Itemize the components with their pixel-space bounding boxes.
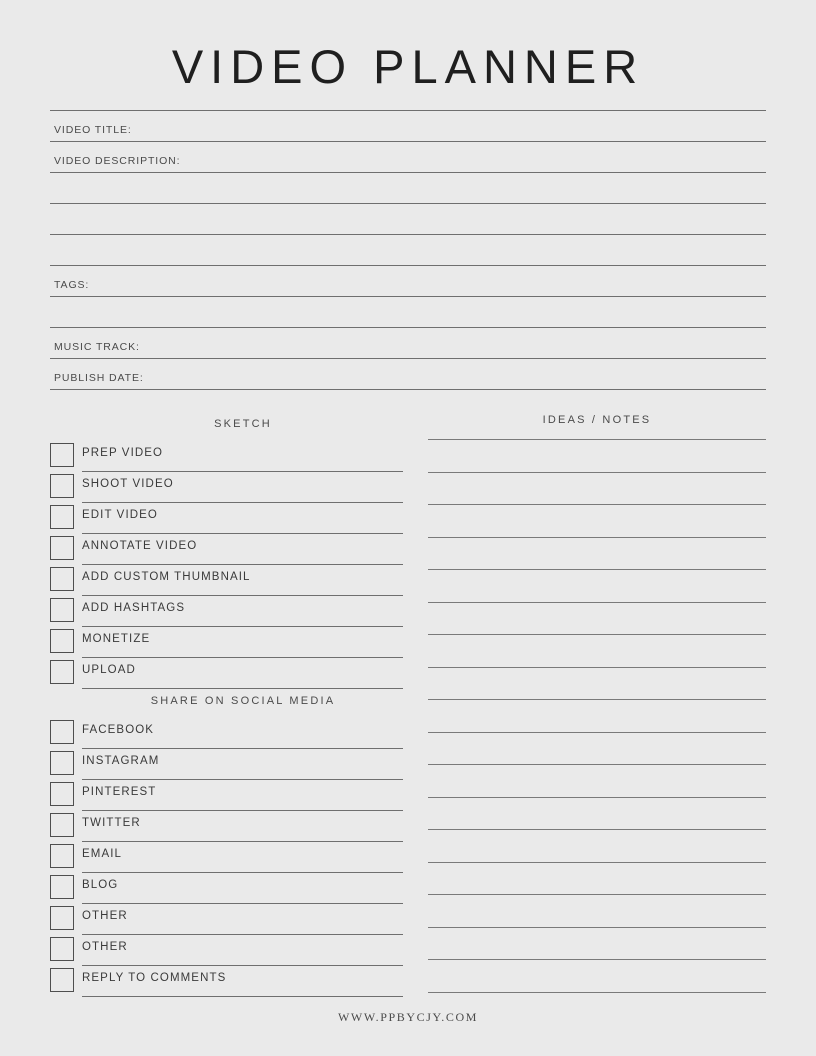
sketch-item-row[interactable]: UPLOAD (50, 658, 403, 689)
social-item-label: FACEBOOK (82, 724, 155, 736)
sketch-item-label: ADD HASHTAGS (82, 602, 186, 614)
sketch-item-label: MONETIZE (82, 633, 151, 645)
note-line[interactable] (428, 992, 766, 993)
note-line[interactable] (428, 797, 766, 798)
write-in-line[interactable] (82, 688, 403, 689)
page-title: VIDEO PLANNER (171, 40, 645, 93)
checkbox-icon[interactable] (50, 720, 74, 744)
sketch-item-row[interactable]: PREP VIDEO (50, 441, 403, 472)
social-item-row[interactable]: OTHER (50, 904, 403, 935)
sketch-item-row[interactable]: SHOOT VIDEO (50, 472, 403, 503)
note-line[interactable] (428, 732, 766, 733)
checkbox-icon[interactable] (50, 505, 74, 529)
note-line[interactable] (428, 602, 766, 603)
note-line[interactable] (428, 537, 766, 538)
form-rule (50, 172, 766, 173)
checkbox-icon[interactable] (50, 906, 74, 930)
form-rule (50, 203, 766, 204)
social-item-label: EMAIL (82, 848, 123, 860)
form-rule (50, 327, 766, 328)
social-item-row[interactable]: BLOG (50, 873, 403, 904)
sketch-item-label: EDIT VIDEO (82, 509, 158, 521)
note-line[interactable] (428, 959, 766, 960)
sketch-item-row[interactable]: EDIT VIDEO (50, 503, 403, 534)
social-item-label: INSTAGRAM (82, 755, 160, 767)
checkbox-icon[interactable] (50, 844, 74, 868)
form-field-input[interactable] (50, 267, 766, 295)
social-item-label: BLOG (82, 879, 119, 891)
form-rule (50, 358, 766, 359)
form-rule (50, 389, 766, 390)
sketch-item-row[interactable]: ADD HASHTAGS (50, 596, 403, 627)
checkbox-icon[interactable] (50, 536, 74, 560)
sketch-item-label: PREP VIDEO (82, 447, 164, 459)
social-item-label: TWITTER (82, 817, 141, 829)
social-item-row[interactable]: TWITTER (50, 811, 403, 842)
social-item-label: PINTEREST (82, 786, 157, 798)
checkbox-icon[interactable] (50, 813, 74, 837)
social-item-row[interactable]: OTHER (50, 935, 403, 966)
form-rule (50, 265, 766, 266)
social-item-row[interactable]: REPLY TO COMMENTS (50, 966, 403, 997)
form-field-input[interactable] (50, 143, 766, 171)
note-line[interactable] (428, 634, 766, 635)
form-field-input[interactable] (50, 112, 766, 140)
planner-page: VIDEO PLANNER VIDEO TITLE: VIDEO DESCRIPT… (0, 0, 816, 1056)
social-item-label: REPLY TO COMMENTS (82, 972, 227, 984)
sketch-item-label: ADD CUSTOM THUMBNAIL (82, 571, 251, 583)
form-field-input[interactable] (50, 329, 766, 357)
social-item-row[interactable]: EMAIL (50, 842, 403, 873)
footer-website: WWW.PPBYCJY.COM (337, 1010, 479, 1024)
note-line[interactable] (428, 894, 766, 895)
sketch-heading: SKETCH (214, 418, 272, 430)
sketch-item-label: ANNOTATE VIDEO (82, 540, 198, 552)
form-rule (50, 296, 766, 297)
note-line[interactable] (428, 569, 766, 570)
checkbox-icon[interactable] (50, 443, 74, 467)
notes-heading: IDEAS / NOTES (542, 414, 652, 426)
note-line[interactable] (428, 764, 766, 765)
form-rule (50, 141, 766, 142)
note-line[interactable] (428, 439, 766, 440)
sketch-item-label: UPLOAD (82, 664, 136, 676)
checkbox-icon[interactable] (50, 567, 74, 591)
social-media-heading: SHARE ON SOCIAL MEDIA (150, 695, 336, 707)
form-rule (50, 234, 766, 235)
social-item-label: OTHER (82, 910, 128, 922)
checkbox-icon[interactable] (50, 598, 74, 622)
checkbox-icon[interactable] (50, 629, 74, 653)
note-line[interactable] (428, 472, 766, 473)
checkbox-icon[interactable] (50, 968, 74, 992)
note-line[interactable] (428, 829, 766, 830)
checkbox-icon[interactable] (50, 875, 74, 899)
checkbox-icon[interactable] (50, 474, 74, 498)
sketch-item-label: SHOOT VIDEO (82, 478, 174, 490)
social-item-row[interactable]: INSTAGRAM (50, 749, 403, 780)
sketch-item-row[interactable]: ADD CUSTOM THUMBNAIL (50, 565, 403, 596)
note-line[interactable] (428, 504, 766, 505)
checkbox-icon[interactable] (50, 937, 74, 961)
checkbox-icon[interactable] (50, 751, 74, 775)
note-line[interactable] (428, 927, 766, 928)
form-rule (50, 110, 766, 111)
social-item-label: OTHER (82, 941, 128, 953)
write-in-line[interactable] (82, 996, 403, 997)
sketch-item-row[interactable]: ANNOTATE VIDEO (50, 534, 403, 565)
checkbox-icon[interactable] (50, 782, 74, 806)
note-line[interactable] (428, 699, 766, 700)
sketch-item-row[interactable]: MONETIZE (50, 627, 403, 658)
social-item-row[interactable]: FACEBOOK (50, 718, 403, 749)
note-line[interactable] (428, 862, 766, 863)
social-item-row[interactable]: PINTEREST (50, 780, 403, 811)
form-field-input[interactable] (50, 360, 766, 388)
note-line[interactable] (428, 667, 766, 668)
checkbox-icon[interactable] (50, 660, 74, 684)
